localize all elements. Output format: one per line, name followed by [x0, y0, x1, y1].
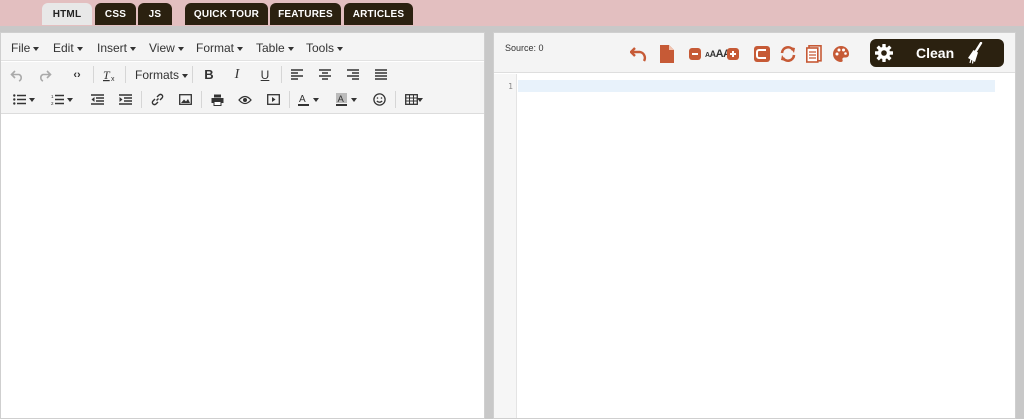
top-tab-bar: HTML CSS JS QUICK TOUR FEATURES ARTICLES — [0, 0, 1024, 26]
table-dropdown-icon[interactable] — [415, 90, 425, 109]
new-document-icon[interactable] — [658, 45, 676, 63]
toolbar-separator — [281, 66, 282, 83]
source-char-count: Source: 0 — [505, 43, 544, 53]
refresh-icon[interactable] — [779, 45, 797, 63]
outdent-icon[interactable] — [87, 90, 107, 109]
bold-icon[interactable]: B — [199, 65, 219, 84]
indent-icon[interactable] — [115, 90, 135, 109]
menu-format[interactable]: Format — [196, 41, 244, 55]
copy-document-icon[interactable] — [805, 45, 823, 63]
text-color-dropdown-icon[interactable] — [311, 90, 321, 109]
text-color-icon[interactable]: A — [293, 90, 313, 109]
wysiwyg-editor: File Edit Insert View Format Table Tools… — [0, 32, 485, 419]
background-color-icon[interactable]: A — [331, 90, 351, 109]
wrap-icon[interactable] — [753, 45, 771, 63]
toolbar-separator — [201, 91, 202, 108]
preview-icon[interactable] — [235, 90, 255, 109]
clear-formatting-icon[interactable]: Tx — [99, 65, 119, 84]
svg-text:2: 2 — [51, 101, 54, 105]
editor-content-area[interactable] — [1, 115, 484, 418]
code-editor-active-line[interactable] — [518, 80, 995, 92]
tab-features[interactable]: FEATURES — [270, 3, 341, 25]
toolbar-row-2: 12 A A — [1, 87, 484, 114]
svg-text:T: T — [103, 68, 111, 82]
source-code-icon[interactable]: ‹› — [67, 65, 87, 84]
toolbar-separator — [141, 91, 142, 108]
menu-table[interactable]: Table — [256, 41, 294, 55]
broom-icon — [968, 42, 983, 64]
redo-icon[interactable] — [35, 65, 55, 84]
toolbar-separator — [125, 66, 126, 83]
underline-icon[interactable]: U — [255, 65, 275, 84]
clean-button[interactable]: Clean — [870, 39, 1004, 67]
tab-articles[interactable]: ARTICLES — [344, 3, 413, 25]
menu-edit[interactable]: Edit — [53, 41, 83, 55]
toolbar-separator — [289, 91, 290, 108]
increase-font-icon[interactable] — [727, 45, 739, 63]
emoticons-icon[interactable] — [369, 90, 389, 109]
align-center-icon[interactable] — [315, 65, 335, 84]
menu-tools[interactable]: Tools — [306, 41, 344, 55]
source-toolbar: Source: 0 AAAAA Clean — [494, 33, 1015, 73]
line-number: 1 — [508, 82, 513, 91]
tab-html[interactable]: HTML — [42, 3, 92, 25]
align-right-icon[interactable] — [343, 65, 363, 84]
link-icon[interactable] — [147, 90, 167, 109]
formats-dropdown[interactable]: Formats — [135, 68, 189, 82]
bullet-list-dropdown-icon[interactable] — [27, 90, 37, 109]
tab-js[interactable]: JS — [138, 3, 172, 25]
menu-view[interactable]: View — [149, 41, 184, 55]
image-icon[interactable] — [175, 90, 195, 109]
svg-text:A: A — [337, 94, 344, 105]
clean-button-label: Clean — [916, 45, 955, 61]
svg-text:1: 1 — [51, 94, 54, 99]
tab-css[interactable]: CSS — [95, 3, 136, 25]
source-panel: Source: 0 AAAAA Clean 1 — [493, 32, 1016, 419]
menu-insert[interactable]: Insert — [97, 41, 137, 55]
toolbar-separator — [93, 66, 94, 83]
gear-icon[interactable] — [874, 43, 894, 63]
toolbar-separator — [192, 66, 193, 83]
line-number-gutter: 1 — [494, 74, 517, 418]
decrease-font-icon[interactable] — [689, 45, 701, 63]
menu-file[interactable]: File — [11, 41, 40, 55]
numbered-list-icon[interactable]: 12 — [47, 90, 67, 109]
menu-bar: File Edit Insert View Format Table Tools — [1, 33, 484, 61]
palette-icon[interactable] — [832, 45, 850, 63]
align-left-icon[interactable] — [287, 65, 307, 84]
main-area: File Edit Insert View Format Table Tools… — [0, 26, 1024, 419]
media-icon[interactable] — [263, 90, 283, 109]
undo-icon[interactable] — [630, 45, 648, 63]
justify-icon[interactable] — [371, 65, 391, 84]
toolbar-row-1: ‹› Tx Formats B I U — [1, 62, 484, 87]
svg-text:x: x — [111, 76, 115, 82]
italic-icon[interactable]: I — [227, 65, 247, 84]
tab-quick-tour[interactable]: QUICK TOUR — [185, 3, 268, 25]
background-color-dropdown-icon[interactable] — [349, 90, 359, 109]
bullet-list-icon[interactable] — [9, 90, 29, 109]
toolbar-separator — [395, 91, 396, 108]
print-icon[interactable] — [207, 90, 227, 109]
svg-text:A: A — [299, 94, 306, 105]
numbered-list-dropdown-icon[interactable] — [65, 90, 75, 109]
undo-icon[interactable] — [7, 65, 27, 84]
